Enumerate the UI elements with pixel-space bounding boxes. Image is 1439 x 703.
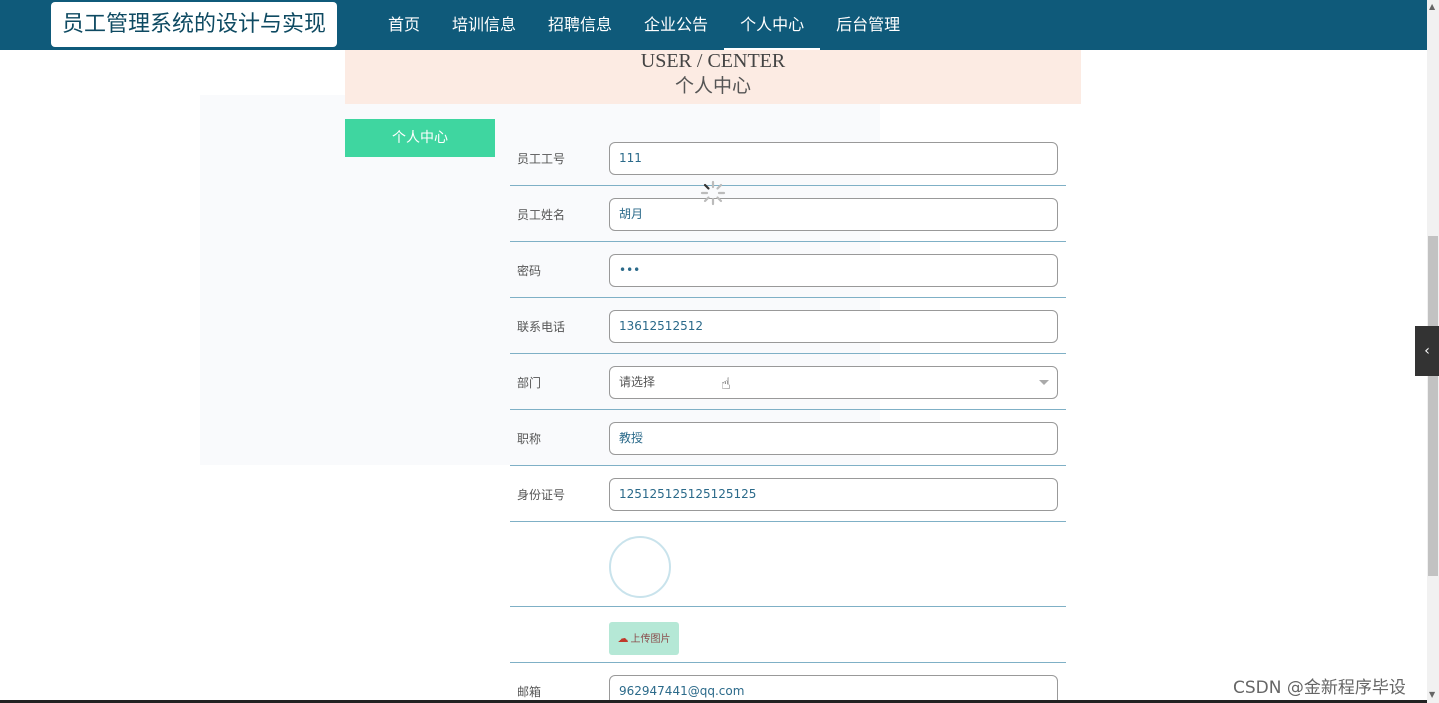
phone-input[interactable]: 13612512512	[609, 310, 1058, 343]
scrollbar-thumb[interactable]	[1428, 236, 1438, 576]
form-row-name: 员工姓名 胡月	[510, 186, 1066, 242]
email-label: 邮箱	[517, 685, 542, 699]
job-title-input[interactable]: 教授	[609, 422, 1058, 455]
form-row-phone: 联系电话 13612512512	[510, 298, 1066, 354]
upload-image-button[interactable]: ☁ 上传图片	[609, 622, 679, 655]
page-banner: USER / CENTER 个人中心	[345, 50, 1081, 104]
chevron-down-icon	[1039, 380, 1049, 385]
loading-spinner-icon	[700, 180, 726, 206]
nav-item-announcements[interactable]: 企业公告	[628, 0, 724, 50]
form-row-title: 职称 教授	[510, 410, 1066, 466]
form-row-department: 部门 请选择	[510, 354, 1066, 410]
email-input[interactable]: 962947441@qq.com	[609, 675, 1058, 703]
profile-form: 员工工号 111 员工姓名 胡月 密码 ••• 联系电话 13612512512…	[510, 130, 1066, 703]
upload-image-label: 上传图片	[630, 634, 671, 645]
watermark: CSDN @金新程序毕设	[1233, 678, 1406, 698]
name-input[interactable]: 胡月	[609, 198, 1058, 231]
form-row-email: 邮箱 962947441@qq.com	[510, 663, 1066, 703]
nav-item-recruitment[interactable]: 招聘信息	[532, 0, 628, 50]
avatar	[609, 536, 671, 598]
hand-cursor-icon: ☝	[721, 374, 731, 393]
site-title[interactable]: 员工管理系统的设计与实现	[51, 2, 337, 47]
department-select[interactable]: 请选择	[609, 366, 1058, 399]
scroll-down-arrow-icon[interactable]: ▼	[1429, 690, 1435, 699]
top-nav-bar: 员工管理系统的设计与实现 首页 培训信息 招聘信息 企业公告 个人中心 后台管理	[0, 0, 1427, 50]
employee-id-label: 员工工号	[517, 152, 566, 166]
banner-title-cn: 个人中心	[674, 76, 751, 97]
password-input[interactable]: •••	[609, 254, 1058, 287]
id-card-label: 身份证号	[517, 488, 566, 502]
job-title-label: 职称	[517, 432, 542, 446]
nav-item-training[interactable]: 培训信息	[436, 0, 532, 50]
phone-label: 联系电话	[517, 320, 566, 334]
main-nav: 首页 培训信息 招聘信息 企业公告 个人中心 后台管理	[372, 0, 916, 50]
banner-title-en: USER / CENTER	[640, 50, 786, 72]
nav-item-home[interactable]: 首页	[372, 0, 436, 50]
form-row-password: 密码 •••	[510, 242, 1066, 298]
form-row-id-card: 身份证号 125125125125125125	[510, 466, 1066, 522]
employee-id-input[interactable]: 111	[609, 142, 1058, 175]
password-label: 密码	[517, 264, 542, 278]
nav-item-admin[interactable]: 后台管理	[820, 0, 916, 50]
chevron-left-icon[interactable]: ‹	[1415, 326, 1439, 376]
form-row-avatar	[510, 522, 1066, 607]
department-select-value: 请选择	[619, 375, 656, 389]
department-label: 部门	[517, 376, 542, 390]
name-label: 员工姓名	[517, 208, 566, 222]
id-card-input[interactable]: 125125125125125125	[609, 478, 1058, 511]
nav-item-user-center[interactable]: 个人中心	[724, 0, 821, 50]
scroll-up-arrow-icon[interactable]: ▲	[1429, 2, 1435, 11]
form-row-employee-id: 员工工号 111	[510, 130, 1066, 186]
page: 员工管理系统的设计与实现 首页 培训信息 招聘信息 企业公告 个人中心 后台管理…	[0, 0, 1439, 703]
user-center-button[interactable]: 个人中心	[345, 119, 495, 157]
form-row-upload: ☁ 上传图片	[510, 607, 1066, 663]
cloud-upload-icon: ☁	[617, 632, 629, 645]
